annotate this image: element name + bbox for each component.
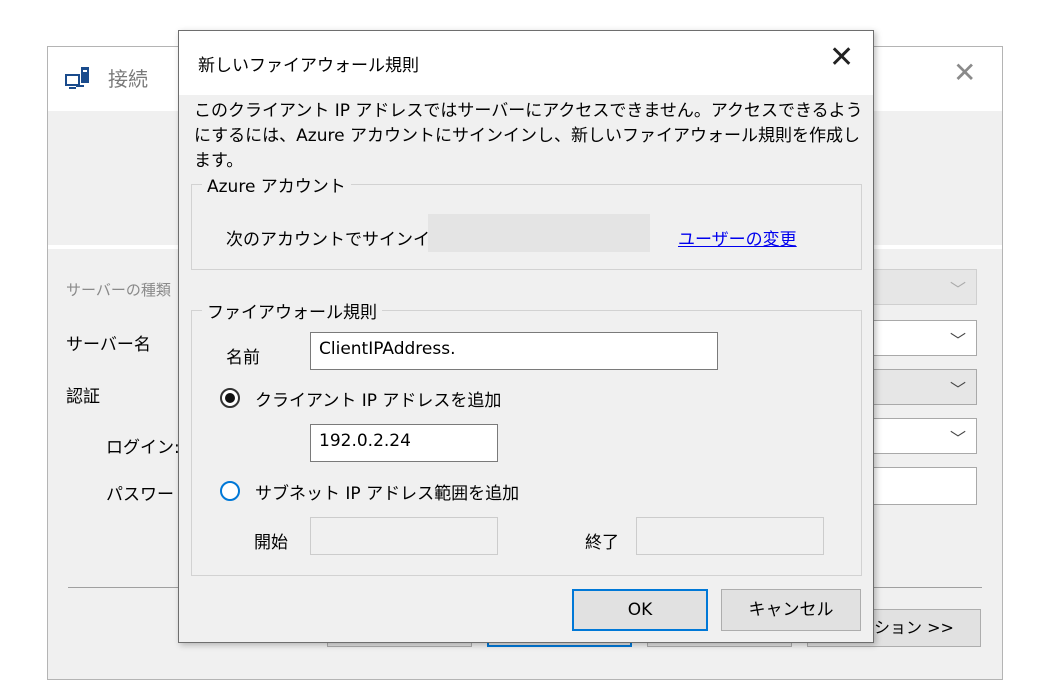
rule-name-input[interactable]: ClientIPAddress. <box>310 332 718 370</box>
chevron-down-icon: ﹀ <box>949 280 966 299</box>
account-name-redacted <box>428 214 650 252</box>
start-ip-input[interactable] <box>310 517 498 555</box>
end-label: 終了 <box>585 533 619 553</box>
dialog-description: このクライアント IP アドレスではサーバーにアクセスできません。アクセスできる… <box>194 101 863 171</box>
start-label: 開始 <box>254 533 288 553</box>
auth-label: 認証 <box>66 387 100 407</box>
server-connect-icon <box>64 65 92 91</box>
cancel-button[interactable]: キャンセル <box>721 589 861 631</box>
client-ip-input[interactable]: 192.0.2.24 <box>310 424 498 462</box>
firewall-rule-group-label: ファイアウォール規則 <box>202 298 382 323</box>
ok-button[interactable]: OK <box>572 589 708 631</box>
chevron-down-icon: ﹀ <box>949 331 966 350</box>
subnet-range-radio[interactable] <box>220 481 240 501</box>
dialog-titlebar: 新しいファイアウォール規則 ✕ <box>179 31 873 95</box>
login-label: ログイン: <box>106 438 180 458</box>
end-ip-input[interactable] <box>636 517 824 555</box>
client-ip-radio[interactable] <box>220 388 240 408</box>
azure-account-group: Azure アカウント 次のアカウントでサインイン ユーザーの変更 <box>191 172 862 270</box>
client-ip-radio-label: クライアント IP アドレスを追加 <box>255 391 502 411</box>
chevron-down-icon: ﹀ <box>949 380 966 399</box>
dialog-title: 新しいファイアウォール規則 <box>198 56 419 76</box>
close-icon[interactable]: ✕ <box>829 43 854 73</box>
chevron-down-icon: ﹀ <box>949 429 966 448</box>
subnet-range-radio-label: サブネット IP アドレス範囲を追加 <box>255 484 520 504</box>
close-icon[interactable]: ✕ <box>953 59 976 87</box>
azure-account-group-label: Azure アカウント <box>202 172 351 197</box>
rule-name-label: 名前 <box>226 348 260 368</box>
server-type-label: サーバーの種類 <box>66 281 171 299</box>
firewall-rule-group: ファイアウォール規則 名前 ClientIPAddress. クライアント IP… <box>191 298 862 576</box>
connect-title: 接続 <box>108 67 148 91</box>
server-name-label: サーバー名 <box>66 335 151 355</box>
firewall-rule-dialog: 新しいファイアウォール規則 ✕ このクライアント IP アドレスではサーバーにア… <box>178 30 874 643</box>
change-user-link[interactable]: ユーザーの変更 <box>678 225 797 250</box>
signed-in-label: 次のアカウントでサインイン <box>226 230 447 250</box>
